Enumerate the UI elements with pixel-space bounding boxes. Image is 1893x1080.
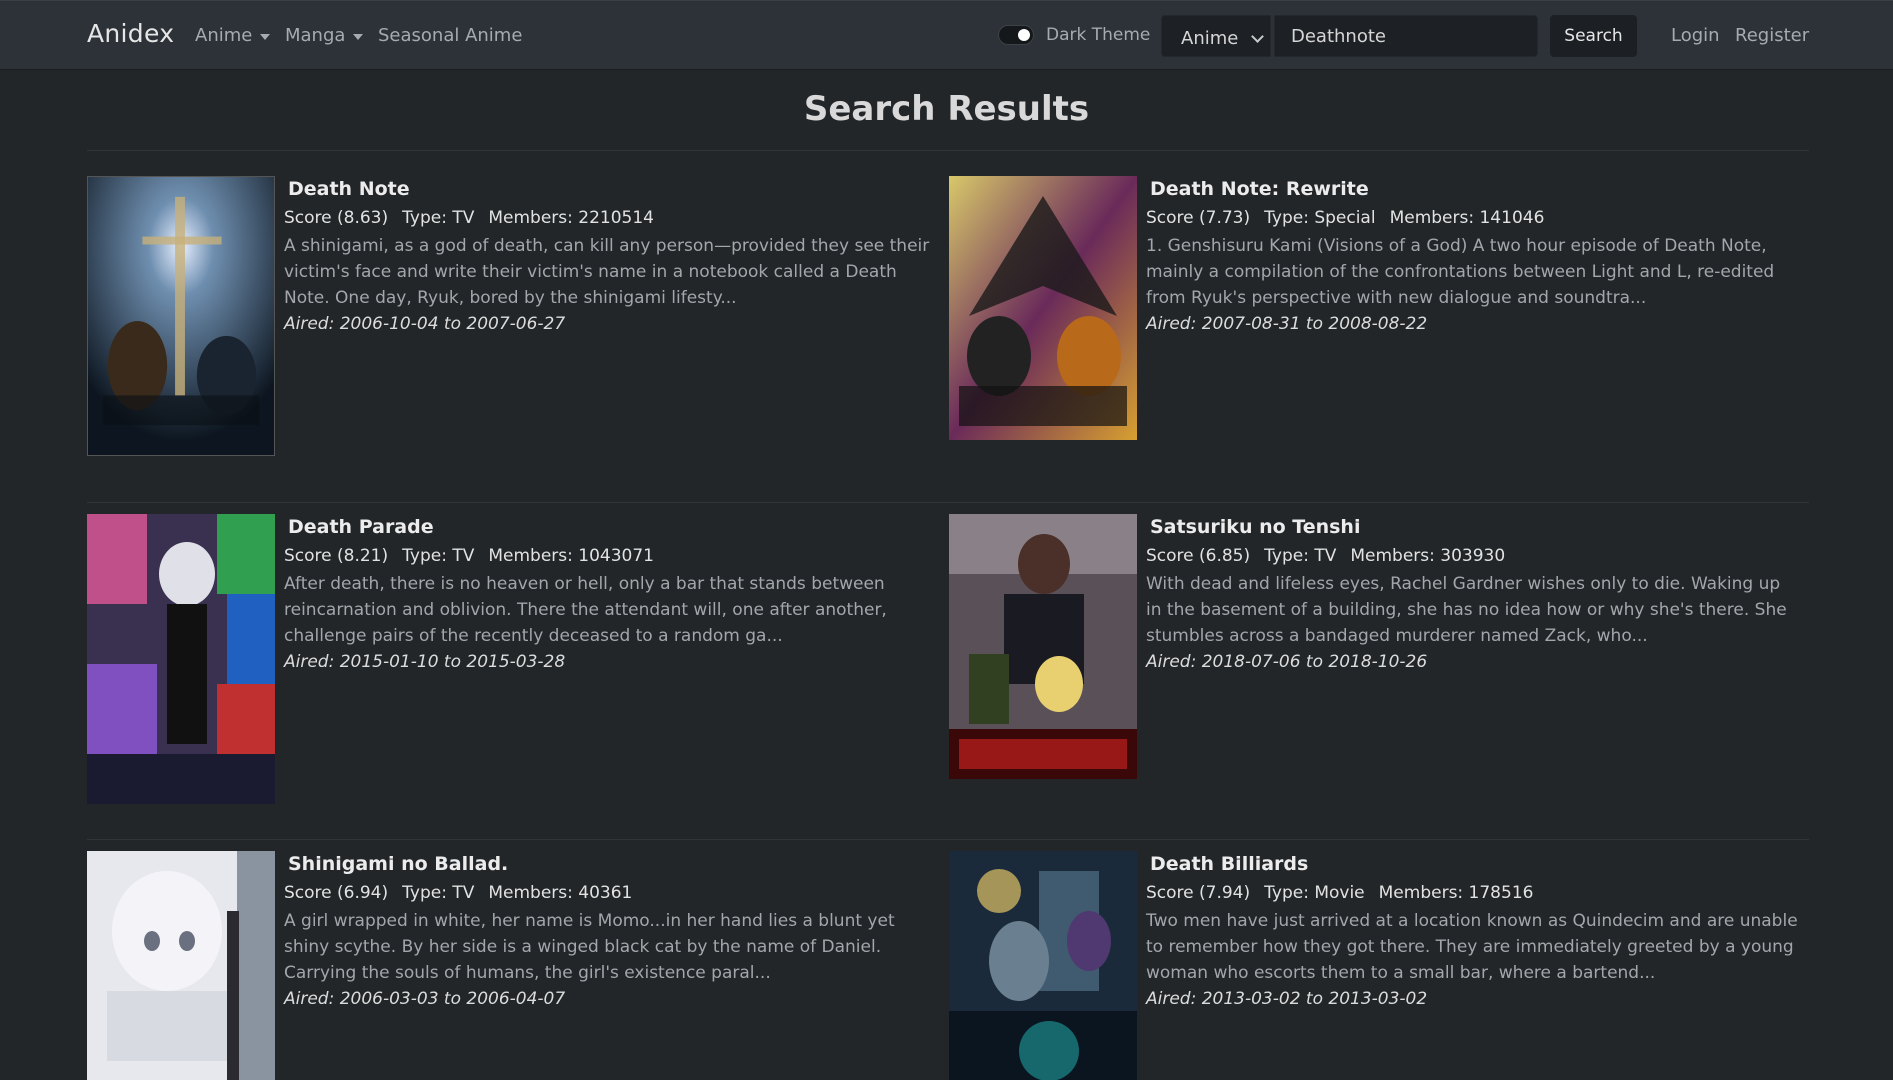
page-title: Search Results xyxy=(803,89,1090,129)
anime-type: Type: TV xyxy=(1264,546,1337,566)
caret-down-icon xyxy=(260,33,271,40)
anime-members: Members: 1043071 xyxy=(488,546,654,566)
anime-synopsis: 1. Genshisuru Kami (Visions of a God) A … xyxy=(1146,236,1775,308)
nav-manga-dropdown[interactable]: Manga xyxy=(285,25,364,46)
anime-score: Score (8.21) xyxy=(284,546,389,566)
divider xyxy=(87,150,1809,151)
anime-type: Type: Movie xyxy=(1264,883,1365,903)
anime-title[interactable]: Death Note xyxy=(288,176,939,202)
anime-aired: Aired: 2013-03-02 to 2013-03-02 xyxy=(1146,989,1428,1009)
anime-synopsis: With dead and lifeless eyes, Rachel Gard… xyxy=(1146,574,1787,646)
anime-members: Members: 40361 xyxy=(488,883,633,903)
result-info: Death Parade Score (8.21) Type: TV Membe… xyxy=(284,514,939,675)
anime-title[interactable]: Shinigami no Ballad. xyxy=(288,851,939,877)
result-info: Shinigami no Ballad. Score (6.94) Type: … xyxy=(284,851,939,1012)
anime-meta: Score (8.21) Type: TV Members: 1043071 xyxy=(284,546,939,566)
anime-type: Type: TV xyxy=(402,208,475,228)
divider xyxy=(87,502,1809,503)
nav-seasonal-anime[interactable]: Seasonal Anime xyxy=(378,25,522,46)
anime-score: Score (6.94) xyxy=(284,883,389,903)
toggle-switch[interactable] xyxy=(998,25,1034,45)
search-type-value: Anime xyxy=(1181,28,1239,49)
anime-synopsis: A girl wrapped in white, her name is Mom… xyxy=(284,911,895,983)
anime-synopsis: After death, there is no heaven or hell,… xyxy=(284,574,887,646)
anime-members: Members: 178516 xyxy=(1378,883,1534,903)
login-link[interactable]: Login xyxy=(1671,25,1720,46)
poster-image[interactable] xyxy=(949,851,1137,1080)
anime-synopsis: Two men have just arrived at a location … xyxy=(1146,911,1798,983)
poster-image[interactable] xyxy=(87,514,275,804)
anime-aired: Aired: 2006-03-03 to 2006-04-07 xyxy=(284,989,566,1009)
anime-aired: Aired: 2006-10-04 to 2007-06-27 xyxy=(284,314,566,334)
anime-aired: Aired: 2018-07-06 to 2018-10-26 xyxy=(1146,652,1428,672)
anime-score: Score (6.85) xyxy=(1146,546,1251,566)
anime-meta: Score (7.73) Type: Special Members: 1410… xyxy=(1146,208,1801,228)
nav-anime-label: Anime xyxy=(195,25,253,46)
anime-score: Score (8.63) xyxy=(284,208,389,228)
anime-title[interactable]: Death Parade xyxy=(288,514,939,540)
anime-meta: Score (6.94) Type: TV Members: 40361 xyxy=(284,883,939,903)
register-link[interactable]: Register xyxy=(1735,25,1809,46)
anime-members: Members: 141046 xyxy=(1389,208,1545,228)
anime-meta: Score (6.85) Type: TV Members: 303930 xyxy=(1146,546,1801,566)
anime-title[interactable]: Death Note: Rewrite xyxy=(1150,176,1801,202)
nav-manga-label: Manga xyxy=(285,25,346,46)
anime-meta: Score (7.94) Type: Movie Members: 178516 xyxy=(1146,883,1801,903)
poster-image[interactable] xyxy=(87,851,275,1080)
poster-image[interactable] xyxy=(949,176,1137,440)
anime-type: Type: TV xyxy=(402,546,475,566)
poster-image[interactable] xyxy=(949,514,1137,779)
caret-down-icon xyxy=(353,33,364,40)
anime-type: Type: TV xyxy=(402,883,475,903)
anime-score: Score (7.73) xyxy=(1146,208,1251,228)
dark-theme-label: Dark Theme xyxy=(1046,25,1151,45)
anime-members: Members: 2210514 xyxy=(488,208,654,228)
result-info: Satsuriku no Tenshi Score (6.85) Type: T… xyxy=(1146,514,1801,675)
result-info: Death Note Score (8.63) Type: TV Members… xyxy=(284,176,939,337)
result-info: Death Note: Rewrite Score (7.73) Type: S… xyxy=(1146,176,1801,337)
poster-image[interactable] xyxy=(87,176,275,456)
brand-logo[interactable]: Anidex xyxy=(87,19,174,48)
search-type-select[interactable]: Anime xyxy=(1161,15,1271,57)
dark-theme-toggle[interactable]: Dark Theme xyxy=(998,25,1150,45)
result-info: Death Billiards Score (7.94) Type: Movie… xyxy=(1146,851,1801,1012)
anime-type: Type: Special xyxy=(1264,208,1376,228)
divider xyxy=(87,839,1809,840)
nav-anime-dropdown[interactable]: Anime xyxy=(195,25,271,46)
anime-score: Score (7.94) xyxy=(1146,883,1251,903)
chevron-down-icon xyxy=(1251,30,1264,43)
search-button[interactable]: Search xyxy=(1550,15,1637,57)
toggle-knob xyxy=(1018,29,1030,41)
anime-meta: Score (8.63) Type: TV Members: 2210514 xyxy=(284,208,939,228)
search-input[interactable] xyxy=(1274,15,1538,57)
anime-members: Members: 303930 xyxy=(1350,546,1506,566)
anime-aired: Aired: 2015-01-10 to 2015-03-28 xyxy=(284,652,566,672)
anime-aired: Aired: 2007-08-31 to 2008-08-22 xyxy=(1146,314,1428,334)
anime-synopsis: A shinigami, as a god of death, can kill… xyxy=(284,236,930,308)
anime-title[interactable]: Satsuriku no Tenshi xyxy=(1150,514,1801,540)
anime-title[interactable]: Death Billiards xyxy=(1150,851,1801,877)
navbar: Anidex Anime Manga Seasonal Anime Dark T… xyxy=(0,0,1893,70)
